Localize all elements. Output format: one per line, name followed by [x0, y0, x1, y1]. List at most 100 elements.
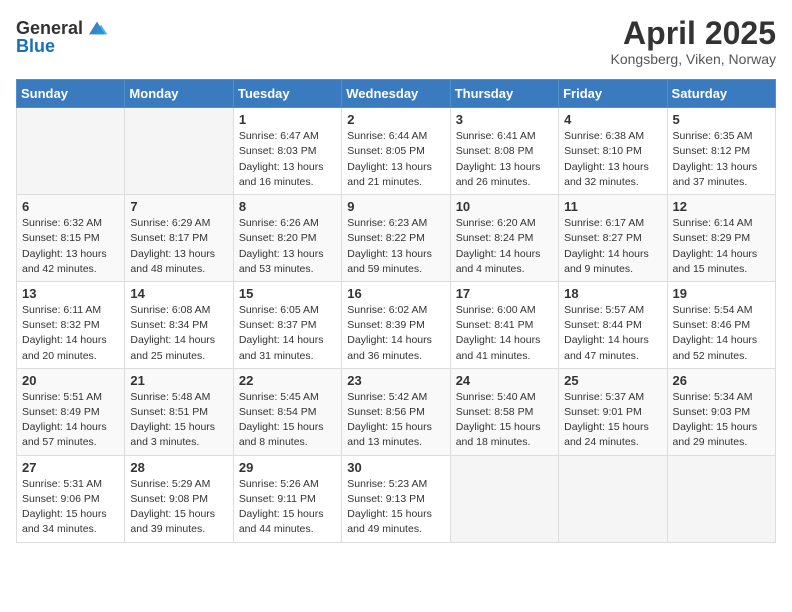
- calendar-cell: 6 Sunrise: 6:32 AM Sunset: 8:15 PM Daylig…: [17, 195, 125, 282]
- calendar-cell: 22 Sunrise: 5:45 AM Sunset: 8:54 PM Dayli…: [233, 368, 341, 455]
- day-info: Sunrise: 6:17 AM Sunset: 8:27 PM Dayligh…: [564, 216, 661, 277]
- calendar-cell: 1 Sunrise: 6:47 AM Sunset: 8:03 PM Daylig…: [233, 108, 341, 195]
- calendar-cell: 28Sunrise: 5:29 AM Sunset: 9:08 PM Dayli…: [125, 455, 233, 542]
- day-number: 5: [673, 112, 770, 127]
- calendar-cell: 10 Sunrise: 6:20 AM Sunset: 8:24 PM Dayli…: [450, 195, 558, 282]
- day-number: 30: [347, 460, 444, 475]
- calendar-cell: [450, 455, 558, 542]
- day-number: 18: [564, 286, 661, 301]
- calendar-cell: 2Sunrise: 6:44 AM Sunset: 8:05 PM Daylig…: [342, 108, 450, 195]
- calendar-cell: 24 Sunrise: 5:40 AM Sunset: 8:58 PM Dayli…: [450, 368, 558, 455]
- day-number: 11: [564, 199, 661, 214]
- day-info: Sunrise: 5:34 AM Sunset: 9:03 PM Dayligh…: [673, 390, 770, 451]
- day-info: Sunrise: 6:20 AM Sunset: 8:24 PM Dayligh…: [456, 216, 553, 277]
- header-day-tuesday: Tuesday: [233, 80, 341, 108]
- calendar-cell: 25Sunrise: 5:37 AM Sunset: 9:01 PM Dayli…: [559, 368, 667, 455]
- week-row-1: 1 Sunrise: 6:47 AM Sunset: 8:03 PM Daylig…: [17, 108, 776, 195]
- week-row-3: 13 Sunrise: 6:11 AM Sunset: 8:32 PM Dayli…: [17, 281, 776, 368]
- day-info: Sunrise: 6:35 AM Sunset: 8:12 PM Dayligh…: [673, 129, 770, 190]
- header-day-saturday: Saturday: [667, 80, 775, 108]
- calendar-cell: 21 Sunrise: 5:48 AM Sunset: 8:51 PM Dayli…: [125, 368, 233, 455]
- day-number: 13: [22, 286, 119, 301]
- day-number: 19: [673, 286, 770, 301]
- title-area: April 2025 Kongsberg, Viken, Norway: [611, 16, 777, 67]
- day-info: Sunrise: 5:29 AM Sunset: 9:08 PM Dayligh…: [130, 477, 227, 538]
- calendar-cell: [559, 455, 667, 542]
- day-info: Sunrise: 6:29 AM Sunset: 8:17 PM Dayligh…: [130, 216, 227, 277]
- day-number: 14: [130, 286, 227, 301]
- day-info: Sunrise: 5:31 AM Sunset: 9:06 PM Dayligh…: [22, 477, 119, 538]
- day-info: Sunrise: 5:23 AM Sunset: 9:13 PM Dayligh…: [347, 477, 444, 538]
- calendar-cell: [667, 455, 775, 542]
- calendar-cell: 26Sunrise: 5:34 AM Sunset: 9:03 PM Dayli…: [667, 368, 775, 455]
- calendar-cell: 27 Sunrise: 5:31 AM Sunset: 9:06 PM Dayli…: [17, 455, 125, 542]
- logo-icon: [85, 16, 109, 40]
- calendar-cell: 4 Sunrise: 6:38 AM Sunset: 8:10 PM Daylig…: [559, 108, 667, 195]
- header-day-thursday: Thursday: [450, 80, 558, 108]
- calendar-cell: [125, 108, 233, 195]
- day-info: Sunrise: 6:41 AM Sunset: 8:08 PM Dayligh…: [456, 129, 553, 190]
- week-row-2: 6 Sunrise: 6:32 AM Sunset: 8:15 PM Daylig…: [17, 195, 776, 282]
- day-number: 21: [130, 373, 227, 388]
- week-row-5: 27 Sunrise: 5:31 AM Sunset: 9:06 PM Dayli…: [17, 455, 776, 542]
- day-number: 22: [239, 373, 336, 388]
- header: General Blue April 2025 Kongsberg, Viken…: [16, 16, 776, 67]
- day-info: Sunrise: 6:05 AM Sunset: 8:37 PM Dayligh…: [239, 303, 336, 364]
- day-info: Sunrise: 6:11 AM Sunset: 8:32 PM Dayligh…: [22, 303, 119, 364]
- location: Kongsberg, Viken, Norway: [611, 51, 777, 67]
- header-day-sunday: Sunday: [17, 80, 125, 108]
- day-info: Sunrise: 6:14 AM Sunset: 8:29 PM Dayligh…: [673, 216, 770, 277]
- calendar-cell: 29 Sunrise: 5:26 AM Sunset: 9:11 PM Dayli…: [233, 455, 341, 542]
- day-info: Sunrise: 5:26 AM Sunset: 9:11 PM Dayligh…: [239, 477, 336, 538]
- day-info: Sunrise: 6:23 AM Sunset: 8:22 PM Dayligh…: [347, 216, 444, 277]
- day-number: 9: [347, 199, 444, 214]
- day-number: 1: [239, 112, 336, 127]
- calendar-cell: 14Sunrise: 6:08 AM Sunset: 8:34 PM Dayli…: [125, 281, 233, 368]
- day-info: Sunrise: 5:45 AM Sunset: 8:54 PM Dayligh…: [239, 390, 336, 451]
- day-number: 16: [347, 286, 444, 301]
- day-info: Sunrise: 5:51 AM Sunset: 8:49 PM Dayligh…: [22, 390, 119, 451]
- day-number: 29: [239, 460, 336, 475]
- day-info: Sunrise: 5:42 AM Sunset: 8:56 PM Dayligh…: [347, 390, 444, 451]
- day-number: 7: [130, 199, 227, 214]
- calendar-cell: 13 Sunrise: 6:11 AM Sunset: 8:32 PM Dayli…: [17, 281, 125, 368]
- day-number: 4: [564, 112, 661, 127]
- calendar-cell: 17Sunrise: 6:00 AM Sunset: 8:41 PM Dayli…: [450, 281, 558, 368]
- calendar-cell: 12Sunrise: 6:14 AM Sunset: 8:29 PM Dayli…: [667, 195, 775, 282]
- day-info: Sunrise: 6:26 AM Sunset: 8:20 PM Dayligh…: [239, 216, 336, 277]
- day-info: Sunrise: 6:02 AM Sunset: 8:39 PM Dayligh…: [347, 303, 444, 364]
- day-number: 20: [22, 373, 119, 388]
- header-day-wednesday: Wednesday: [342, 80, 450, 108]
- calendar-cell: 8Sunrise: 6:26 AM Sunset: 8:20 PM Daylig…: [233, 195, 341, 282]
- day-info: Sunrise: 6:00 AM Sunset: 8:41 PM Dayligh…: [456, 303, 553, 364]
- day-info: Sunrise: 6:32 AM Sunset: 8:15 PM Dayligh…: [22, 216, 119, 277]
- day-info: Sunrise: 5:48 AM Sunset: 8:51 PM Dayligh…: [130, 390, 227, 451]
- day-number: 24: [456, 373, 553, 388]
- day-number: 6: [22, 199, 119, 214]
- calendar-cell: 23Sunrise: 5:42 AM Sunset: 8:56 PM Dayli…: [342, 368, 450, 455]
- calendar-cell: 19Sunrise: 5:54 AM Sunset: 8:46 PM Dayli…: [667, 281, 775, 368]
- day-info: Sunrise: 5:40 AM Sunset: 8:58 PM Dayligh…: [456, 390, 553, 451]
- day-number: 27: [22, 460, 119, 475]
- day-number: 10: [456, 199, 553, 214]
- day-info: Sunrise: 5:57 AM Sunset: 8:44 PM Dayligh…: [564, 303, 661, 364]
- calendar-cell: 30 Sunrise: 5:23 AM Sunset: 9:13 PM Dayli…: [342, 455, 450, 542]
- logo: General Blue: [16, 16, 109, 57]
- day-info: Sunrise: 6:47 AM Sunset: 8:03 PM Dayligh…: [239, 129, 336, 190]
- calendar-cell: 7 Sunrise: 6:29 AM Sunset: 8:17 PM Daylig…: [125, 195, 233, 282]
- week-row-4: 20 Sunrise: 5:51 AM Sunset: 8:49 PM Dayli…: [17, 368, 776, 455]
- calendar-cell: 3Sunrise: 6:41 AM Sunset: 8:08 PM Daylig…: [450, 108, 558, 195]
- header-day-monday: Monday: [125, 80, 233, 108]
- calendar-cell: 9 Sunrise: 6:23 AM Sunset: 8:22 PM Daylig…: [342, 195, 450, 282]
- calendar-cell: 20 Sunrise: 5:51 AM Sunset: 8:49 PM Dayli…: [17, 368, 125, 455]
- day-info: Sunrise: 6:38 AM Sunset: 8:10 PM Dayligh…: [564, 129, 661, 190]
- day-info: Sunrise: 5:37 AM Sunset: 9:01 PM Dayligh…: [564, 390, 661, 451]
- day-number: 15: [239, 286, 336, 301]
- logo-blue-text: Blue: [16, 36, 55, 57]
- calendar-cell: 11 Sunrise: 6:17 AM Sunset: 8:27 PM Dayli…: [559, 195, 667, 282]
- month-title: April 2025: [611, 16, 777, 51]
- calendar-cell: [17, 108, 125, 195]
- calendar-cell: 5 Sunrise: 6:35 AM Sunset: 8:12 PM Daylig…: [667, 108, 775, 195]
- calendar-cell: 16 Sunrise: 6:02 AM Sunset: 8:39 PM Dayli…: [342, 281, 450, 368]
- calendar-cell: 15 Sunrise: 6:05 AM Sunset: 8:37 PM Dayli…: [233, 281, 341, 368]
